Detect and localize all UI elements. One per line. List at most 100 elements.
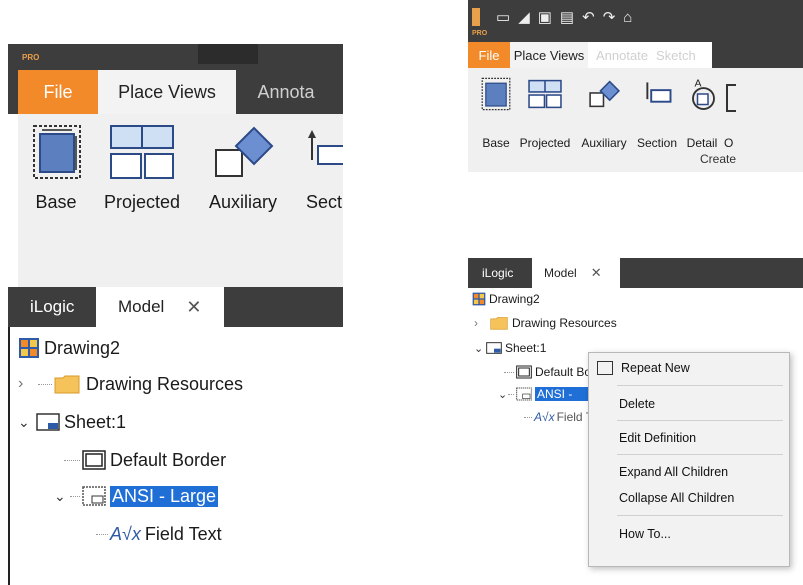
title-bar-fill: [712, 42, 803, 68]
auxiliary-button[interactable]: Auxiliary: [576, 76, 632, 150]
delete-label: Delete: [619, 397, 656, 411]
tab-annotate[interactable]: Annotate: [588, 42, 656, 68]
drawing-icon: [472, 292, 486, 306]
tab-model-label: Model: [118, 297, 165, 316]
tree-connector: [64, 459, 80, 461]
menu-item-expand-all[interactable]: Expand All Children: [589, 461, 789, 483]
title-block-icon: [516, 387, 532, 401]
sheet-label: Sheet:1: [505, 341, 547, 355]
base-view-icon: [33, 125, 81, 179]
ribbon-panel: Base Projected Auxiliary Secti: [18, 114, 343, 287]
field-text-icon: A√x: [110, 523, 141, 544]
qat-dark-button[interactable]: [198, 44, 258, 64]
menu-separator: [617, 454, 783, 455]
open-icon[interactable]: ◢: [518, 9, 538, 26]
sheet-icon: [486, 342, 502, 354]
projected-view-icon: [110, 125, 174, 179]
base-button[interactable]: Base: [478, 76, 514, 150]
tree-node-resources[interactable]: › Drawing Resources: [18, 371, 243, 397]
base-label: Base: [35, 192, 77, 212]
tab-place-views[interactable]: Place Views: [510, 42, 588, 68]
tab-model-label: Model: [544, 266, 577, 280]
tree-node-sheet[interactable]: ⌄ Sheet:1: [474, 339, 546, 357]
tab-model[interactable]: Model ✕: [532, 258, 620, 288]
undo-icon[interactable]: ↶: [582, 9, 603, 26]
tree-connector: [38, 383, 52, 385]
new-icon[interactable]: ▭: [496, 9, 518, 26]
auxiliary-label: Auxiliary: [581, 136, 627, 150]
base-button[interactable]: Base: [26, 124, 86, 224]
tree-connector: [96, 533, 108, 535]
drawing-label: Drawing2: [44, 337, 121, 358]
tree-connector: [504, 371, 514, 373]
chevron-down-icon[interactable]: ⌄: [498, 388, 508, 401]
auxiliary-view-icon: [589, 80, 621, 108]
section-button[interactable]: Secti: [294, 124, 343, 224]
detail-button[interactable]: A Detail: [682, 76, 722, 151]
tree-left-border: [8, 327, 10, 585]
menu-separator: [617, 420, 783, 421]
home-icon[interactable]: ⌂: [623, 9, 640, 26]
menu-item-collapse-all[interactable]: Collapse All Children: [589, 487, 789, 509]
tree-node-resources[interactable]: › Drawing Resources: [474, 314, 617, 332]
redo-icon[interactable]: ↷: [603, 9, 624, 26]
projected-button[interactable]: Projected: [92, 124, 192, 224]
tab-ilogic[interactable]: iLogic: [468, 258, 532, 288]
resources-label: Drawing Resources: [86, 373, 244, 394]
menu-item-delete[interactable]: Delete: [589, 393, 789, 415]
drawing-label: Drawing2: [489, 292, 540, 306]
tab-model[interactable]: Model ✕: [96, 287, 224, 327]
chevron-down-icon[interactable]: ⌄: [54, 488, 70, 505]
browser-tab-bar: iLogic Model ✕: [468, 258, 803, 288]
menu-item-how-to[interactable]: How To...: [589, 523, 789, 545]
chevron-down-icon[interactable]: ⌄: [474, 342, 486, 355]
tab-file[interactable]: File: [18, 70, 98, 114]
border-icon: [516, 365, 532, 379]
more-icon: [726, 84, 736, 112]
projected-label: Projected: [103, 192, 181, 212]
tree-node-border[interactable]: Default Border: [64, 447, 226, 473]
repeat-new-icon: [597, 361, 613, 375]
tree-node-drawing[interactable]: Drawing2: [18, 335, 120, 361]
tree-node-ansi[interactable]: ⌄ ANSI -: [498, 385, 603, 403]
save-icon[interactable]: ▣: [538, 9, 560, 26]
tree-node-sheet[interactable]: ⌄ Sheet:1: [18, 409, 126, 435]
tree-connector: [70, 495, 80, 497]
close-icon[interactable]: ✕: [591, 265, 602, 281]
projected-button[interactable]: Projected: [514, 76, 576, 150]
ansi-label: ANSI - Large: [110, 485, 219, 507]
tab-ilogic[interactable]: iLogic: [8, 287, 96, 327]
more-button[interactable]: O: [724, 76, 744, 150]
auxiliary-view-icon: [215, 126, 274, 177]
section-button[interactable]: Section: [632, 76, 682, 150]
tab-sketch[interactable]: Sketch: [656, 42, 712, 68]
drawing-icon: [19, 338, 39, 358]
model-tree: Drawing2 › Drawing Resources ⌄ Sheet:1 D…: [8, 327, 343, 585]
tree-node-drawing[interactable]: Drawing2: [472, 290, 540, 308]
tree-node-field-text[interactable]: A√x Field Text: [96, 521, 222, 547]
section-view-icon: [646, 82, 672, 103]
auxiliary-button[interactable]: Auxiliary: [198, 124, 288, 224]
folder-icon: [490, 317, 508, 330]
section-label: Section: [636, 136, 678, 150]
tab-annotate[interactable]: Annota: [236, 70, 336, 114]
tab-place-views[interactable]: Place Views: [98, 70, 236, 114]
detail-view-icon: A: [692, 78, 715, 110]
tab-file[interactable]: File: [468, 42, 510, 68]
menu-item-edit-definition[interactable]: Edit Definition: [589, 427, 789, 449]
detail-label: Detail: [686, 136, 718, 150]
close-icon[interactable]: ✕: [186, 297, 201, 318]
menu-item-repeat-new[interactable]: Repeat New: [589, 357, 789, 379]
chevron-down-icon[interactable]: ⌄: [18, 414, 36, 431]
chevron-right-icon[interactable]: ›: [474, 316, 486, 330]
tree-node-ansi[interactable]: ⌄ ANSI - Large: [54, 483, 219, 509]
chevron-right-icon[interactable]: ›: [18, 375, 38, 393]
menu-separator: [617, 385, 783, 386]
expand-all-label: Expand All Children: [619, 465, 729, 479]
more-label: O: [724, 136, 734, 150]
export-icon[interactable]: ▤: [560, 9, 582, 26]
app-logo-icon: [472, 8, 480, 26]
folder-icon: [54, 375, 80, 394]
base-label: Base: [482, 136, 510, 150]
right-panel: PRO ▭◢▣▤↶↷⌂ File Place Views Annotate Sk…: [468, 0, 803, 585]
